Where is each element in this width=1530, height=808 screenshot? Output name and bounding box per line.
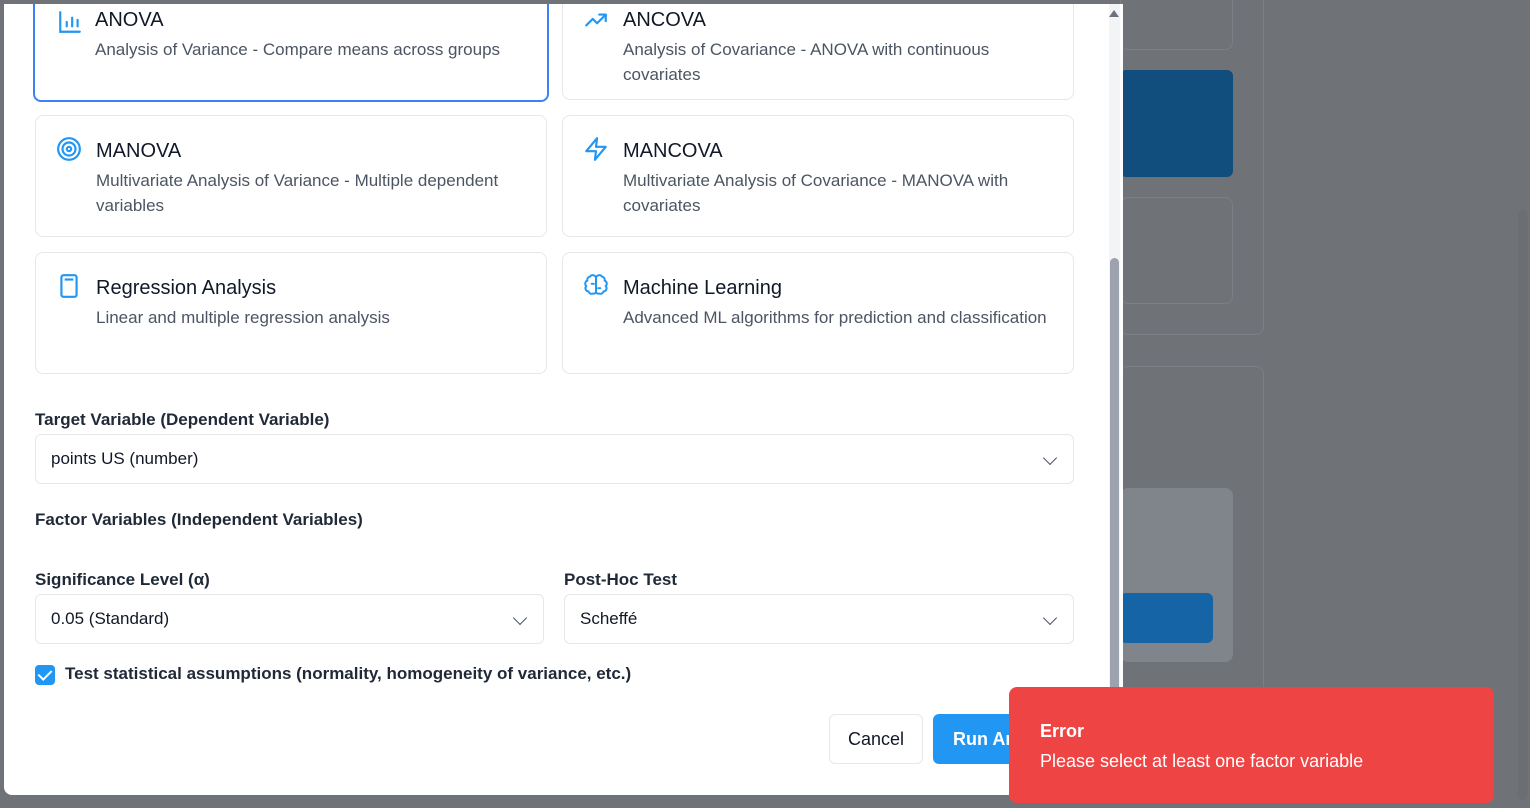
error-toast[interactable]: Error Please select at least one factor … [1009,687,1494,803]
option-description: Analysis of Variance - Compare means acr… [95,40,501,59]
chevron-down-icon [1042,610,1058,626]
option-title: ANOVA [95,9,164,31]
posthoc-test-select[interactable]: Scheffé [564,594,1074,644]
page-scrollbar[interactable] [1518,210,1528,800]
target-variable-select[interactable]: points US (number) [35,434,1074,484]
option-anova[interactable]: ANOVA Analysis of Variance - Compare mea… [33,4,549,102]
calculator-icon [60,274,78,298]
option-title: Regression Analysis [96,277,277,299]
option-mancova[interactable]: MANCOVA Multivariate Analysis of Covaria… [562,115,1074,237]
option-description: Linear and multiple regression analysis [96,308,390,327]
option-title: MANOVA [96,140,182,162]
option-description: Multivariate Analysis of Variance - Mult… [96,171,499,215]
target-variable-value: points US (number) [51,449,199,468]
modal-scrollbar-thumb[interactable] [1110,258,1119,703]
lightning-icon [585,137,607,161]
cancel-button[interactable]: Cancel [829,714,923,764]
option-title: Machine Learning [623,277,782,299]
option-description: Advanced ML algorithms for prediction an… [623,308,1047,327]
toast-message: Please select at least one factor variab… [1040,751,1364,771]
significance-level-label: Significance Level (α) [35,570,210,589]
option-description: Analysis of Covariance - ANOVA with cont… [623,40,990,84]
bar-chart-icon [59,11,81,33]
option-title: ANCOVA [623,9,706,31]
trending-up-icon [585,13,607,27]
option-machine-learning[interactable]: Machine Learning Advanced ML algorithms … [562,252,1074,374]
option-description: Multivariate Analysis of Covariance - MA… [623,171,1009,215]
significance-level-select[interactable]: 0.05 (Standard) [35,594,544,644]
assumptions-checkbox[interactable] [35,665,55,685]
assumptions-label: Test statistical assumptions (normality,… [65,664,632,683]
option-manova[interactable]: MANOVA Multivariate Analysis of Variance… [35,115,547,237]
brain-icon [584,274,608,295]
toast-title: Error [1040,721,1085,741]
target-variable-label: Target Variable (Dependent Variable) [35,410,330,429]
chevron-down-icon [512,610,528,626]
analysis-config-modal: ANOVA Analysis of Variance - Compare mea… [4,4,1123,795]
background-button [1120,593,1213,643]
target-icon [57,137,81,161]
option-ancova[interactable]: ANCOVA Analysis of Covariance - ANOVA wi… [562,4,1074,100]
background-section [1120,0,1264,335]
posthoc-test-value: Scheffé [580,609,638,628]
factor-variables-label: Factor Variables (Independent Variables) [35,510,363,529]
posthoc-test-label: Post-Hoc Test [564,570,678,589]
option-title: MANCOVA [623,140,723,162]
option-regression[interactable]: Regression Analysis Linear and multiple … [35,252,547,374]
significance-level-value: 0.05 (Standard) [51,609,170,628]
chevron-down-icon [1042,450,1058,466]
scroll-up-arrow-icon[interactable] [1109,10,1119,17]
